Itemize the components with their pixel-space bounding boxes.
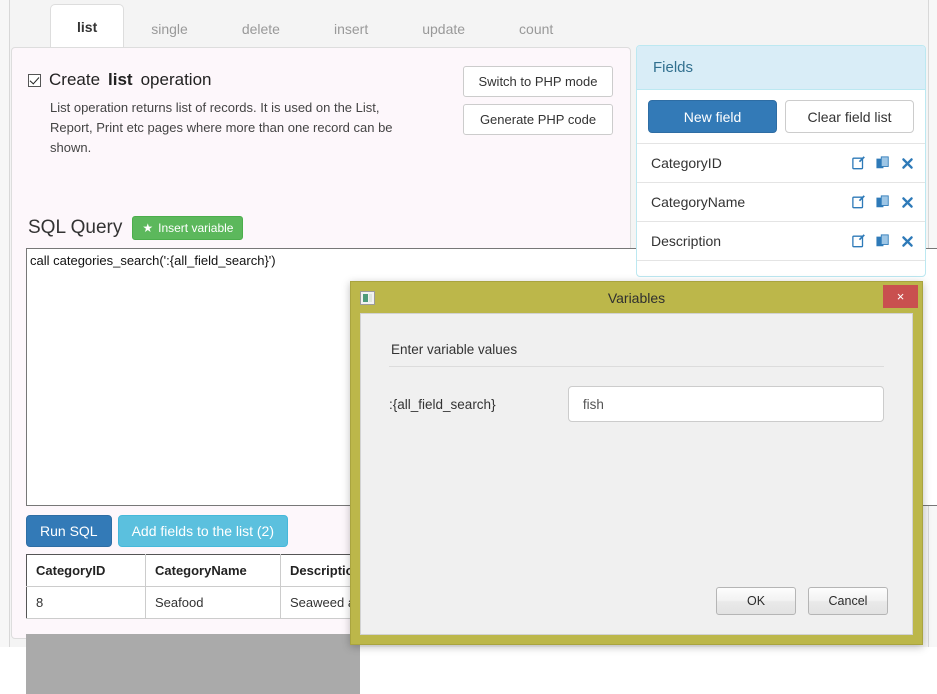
variable-row: :{all_field_search}: [389, 386, 884, 422]
field-label-categoryid: CategoryID: [651, 155, 852, 171]
create-operation-label-suffix: operation: [141, 70, 212, 90]
modal-backdrop-shade: [26, 634, 360, 694]
edit-icon[interactable]: [852, 195, 866, 209]
insert-variable-button[interactable]: ★ Insert variable: [132, 216, 243, 240]
copy-icon[interactable]: [876, 195, 890, 209]
ok-button[interactable]: OK: [716, 587, 796, 615]
operation-description: List operation returns list of records. …: [50, 98, 420, 158]
copy-icon[interactable]: [876, 234, 890, 248]
create-operation-label-prefix: Create: [49, 70, 100, 90]
tab-update[interactable]: update: [395, 8, 492, 48]
tab-list-item[interactable]: list: [50, 4, 124, 48]
run-sql-button[interactable]: Run SQL: [26, 515, 112, 547]
dialog-body: Enter variable values :{all_field_search…: [360, 313, 913, 635]
switch-to-php-mode-button[interactable]: Switch to PHP mode: [463, 66, 613, 97]
insert-variable-label: Insert variable: [158, 221, 233, 235]
variable-name-label: :{all_field_search}: [389, 397, 568, 412]
dialog-section-label: Enter variable values: [391, 342, 517, 357]
fields-panel-buttons: New field Clear field list: [637, 90, 925, 144]
field-row-actions: [852, 195, 914, 209]
new-field-button[interactable]: New field: [648, 100, 777, 133]
sql-action-buttons: Run SQL Add fields to the list (2): [26, 515, 288, 547]
copy-icon[interactable]: [876, 156, 890, 170]
field-label-categoryname: CategoryName: [651, 194, 852, 210]
dialog-title: Variables: [351, 290, 922, 306]
tab-single[interactable]: single: [124, 8, 215, 48]
list-item[interactable]: Description: [637, 222, 925, 261]
php-mode-button-group: Switch to PHP mode Generate PHP code: [463, 66, 613, 135]
dialog-title-bar[interactable]: Variables ×: [351, 282, 922, 313]
generate-php-code-button[interactable]: Generate PHP code: [463, 104, 613, 135]
list-item[interactable]: CategoryID: [637, 144, 925, 183]
add-fields-to-list-button[interactable]: Add fields to the list (2): [118, 515, 288, 547]
tab-list: list single delete insert update count: [50, 4, 580, 48]
delete-icon[interactable]: [900, 195, 914, 209]
window-app-icon: [360, 291, 375, 305]
delete-icon[interactable]: [900, 234, 914, 248]
sql-query-heading: SQL Query: [28, 217, 122, 239]
edit-icon[interactable]: [852, 156, 866, 170]
edit-icon[interactable]: [852, 234, 866, 248]
star-icon: ★: [142, 222, 153, 234]
field-row-actions: [852, 234, 914, 248]
variable-value-input[interactable]: [568, 386, 884, 422]
delete-icon[interactable]: [900, 156, 914, 170]
results-cell-categoryname: Seafood: [146, 587, 281, 619]
close-icon[interactable]: ×: [883, 285, 918, 308]
dialog-separator: [389, 366, 884, 367]
app-root: list single delete insert update count C…: [0, 0, 937, 647]
clear-field-list-button[interactable]: Clear field list: [785, 100, 914, 133]
tab-delete[interactable]: delete: [215, 8, 307, 48]
dialog-footer: OK Cancel: [716, 587, 888, 615]
operation-header: Create list operation List operation ret…: [28, 70, 428, 158]
fields-panel-header: Fields: [637, 46, 925, 90]
create-operation-checkbox[interactable]: [28, 74, 41, 87]
tab-count[interactable]: count: [492, 8, 580, 48]
variables-dialog: Variables × Enter variable values :{all_…: [350, 281, 923, 645]
list-item[interactable]: CategoryName: [637, 183, 925, 222]
window-left-border: [0, 0, 10, 647]
sql-query-heading-row: SQL Query ★ Insert variable: [28, 216, 243, 240]
tab-insert[interactable]: insert: [307, 8, 395, 48]
field-label-description: Description: [651, 233, 852, 249]
tab-bar: list single delete insert update count: [11, 0, 926, 48]
field-row-actions: [852, 156, 914, 170]
results-col-categoryid: CategoryID: [27, 555, 146, 587]
fields-panel: Fields New field Clear field list Catego…: [636, 45, 926, 277]
results-cell-categoryid: 8: [27, 587, 146, 619]
results-col-categoryname: CategoryName: [146, 555, 281, 587]
cancel-button[interactable]: Cancel: [808, 587, 888, 615]
create-operation-label-bold: list: [108, 70, 133, 90]
create-operation-title: Create list operation: [28, 70, 428, 90]
